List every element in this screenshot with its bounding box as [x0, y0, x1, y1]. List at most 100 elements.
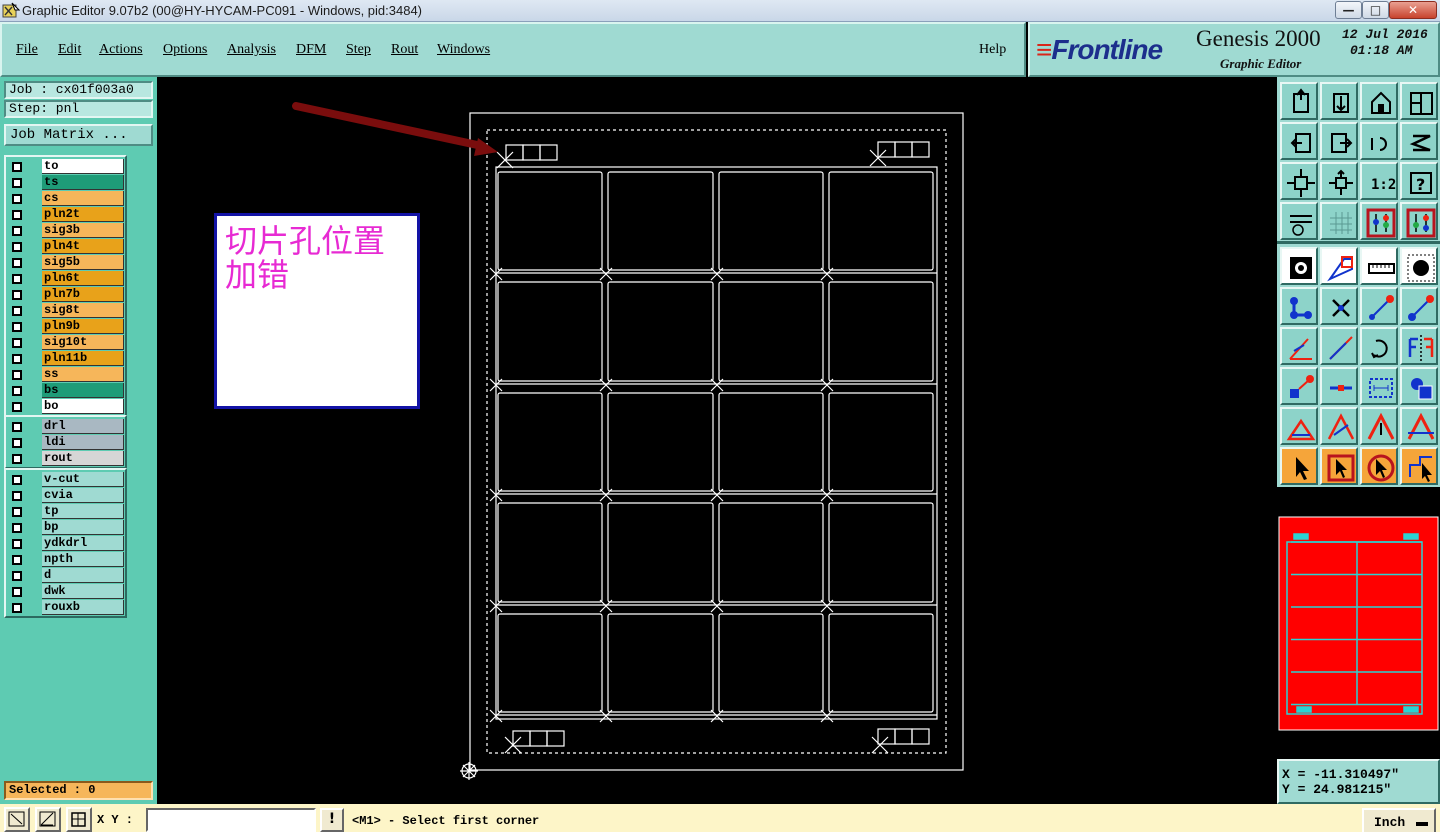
rotate-tool[interactable]	[1360, 327, 1398, 365]
minimize-button[interactable]: —	[1335, 1, 1362, 19]
layer-name[interactable]: pln6t	[42, 271, 124, 286]
layer-row-ydkdrl[interactable]: ydkdrl	[8, 536, 125, 552]
line-cut-tool[interactable]	[1320, 367, 1358, 405]
triangle-arrow-tool[interactable]	[1360, 407, 1398, 445]
menu-edit[interactable]: Edit	[58, 42, 81, 58]
ruler-tool[interactable]	[1360, 247, 1398, 285]
layer-name[interactable]: dwk	[42, 584, 124, 599]
layer-name[interactable]: npth	[42, 552, 124, 567]
layer-checkbox[interactable]	[12, 322, 22, 332]
layer-name[interactable]: ts	[42, 175, 124, 190]
transform-tool[interactable]	[1320, 247, 1358, 285]
menu-file[interactable]: File	[16, 42, 38, 58]
menu-windows[interactable]: Windows	[437, 42, 490, 58]
layer-checkbox[interactable]	[12, 555, 22, 565]
layer-name[interactable]: rouxb	[42, 600, 124, 615]
close-button[interactable]: ✕	[1389, 1, 1437, 19]
layer-name[interactable]: sig8t	[42, 303, 124, 318]
layer-name[interactable]: ss	[42, 367, 124, 382]
layer-row-pln4t[interactable]: pln4t	[8, 239, 125, 255]
layer-name[interactable]: cvia	[42, 488, 124, 503]
layer-row-npth[interactable]: npth	[8, 552, 125, 568]
layer-row-drl[interactable]: drl	[8, 419, 125, 435]
layer-checkbox[interactable]	[12, 603, 22, 613]
layer-colors-alt-tool[interactable]	[1400, 202, 1438, 240]
menu-options[interactable]: Options	[163, 42, 207, 58]
select-arrow-tool[interactable]	[1280, 447, 1318, 485]
layer-checkbox[interactable]	[12, 475, 22, 485]
pan-left-tool[interactable]	[1280, 122, 1318, 160]
layer-checkbox[interactable]	[12, 242, 22, 252]
layer-name[interactable]: v-cut	[42, 472, 124, 487]
layer-name[interactable]: sig3b	[42, 223, 124, 238]
triangle-split-tool[interactable]	[1400, 407, 1438, 445]
triangle-tool[interactable]	[1320, 407, 1358, 445]
layer-row-bs[interactable]: bs	[8, 383, 125, 399]
layer-checkbox[interactable]	[12, 422, 22, 432]
layer-checkbox[interactable]	[12, 178, 22, 188]
triangle-small-tool[interactable]	[1280, 407, 1318, 445]
layer-row-ts[interactable]: ts	[8, 175, 125, 191]
layer-name[interactable]: tp	[42, 504, 124, 519]
layer-row-ldi[interactable]: ldi	[8, 435, 125, 451]
layer-row-tp[interactable]: tp	[8, 504, 125, 520]
layer-row-dwk[interactable]: dwk	[8, 584, 125, 600]
layer-checkbox[interactable]	[12, 258, 22, 268]
xy-input[interactable]	[146, 808, 316, 832]
layer-name[interactable]: drl	[42, 419, 124, 434]
zoom-house-tool[interactable]	[1360, 82, 1398, 120]
layer-name[interactable]: bp	[42, 520, 124, 535]
layer-row-sig3b[interactable]: sig3b	[8, 223, 125, 239]
layer-row-pln7b[interactable]: pln7b	[8, 287, 125, 303]
select-box-tool[interactable]	[1320, 447, 1358, 485]
layer-row-rouxb[interactable]: rouxb	[8, 600, 125, 616]
zoom-page-tool[interactable]	[1320, 82, 1358, 120]
snap-point-tool[interactable]	[1280, 247, 1318, 285]
units-select[interactable]: Inch	[1362, 808, 1436, 832]
angle-mode-button[interactable]	[35, 807, 61, 832]
connect-tool[interactable]	[1360, 287, 1398, 325]
undo-view-tool[interactable]	[1360, 122, 1398, 160]
line-angle-tool[interactable]	[1320, 327, 1358, 365]
fit-all-tool[interactable]	[1280, 162, 1318, 200]
layer-row-cs[interactable]: cs	[8, 191, 125, 207]
menu-analysis[interactable]: Analysis	[227, 42, 276, 58]
layer-row-sig10t[interactable]: sig10t	[8, 335, 125, 351]
menu-dfm[interactable]: DFM	[296, 42, 326, 58]
layer-name[interactable]: bo	[42, 399, 124, 414]
layer-row-cvia[interactable]: cvia	[8, 488, 125, 504]
layer-checkbox[interactable]	[12, 162, 22, 172]
snap-mode-button[interactable]	[4, 807, 30, 832]
grid-snap-button[interactable]	[66, 807, 92, 832]
layer-name[interactable]: bs	[42, 383, 124, 398]
layer-name[interactable]: pln9b	[42, 319, 124, 334]
maximize-button[interactable]: □	[1362, 1, 1389, 19]
layer-colors-tool[interactable]	[1360, 202, 1398, 240]
center-tool[interactable]	[1320, 162, 1358, 200]
cross-tool[interactable]	[1320, 287, 1358, 325]
layer-checkbox[interactable]	[12, 210, 22, 220]
layer-name[interactable]: pln4t	[42, 239, 124, 254]
layer-checkbox[interactable]	[12, 274, 22, 284]
job-matrix-button[interactable]: Job Matrix ...	[4, 124, 153, 146]
options-tools-tool[interactable]	[1280, 202, 1318, 240]
layer-row-pln11b[interactable]: pln11b	[8, 351, 125, 367]
layer-checkbox[interactable]	[12, 226, 22, 236]
layer-checkbox[interactable]	[12, 370, 22, 380]
layer-name[interactable]: pln11b	[42, 351, 124, 366]
menu-actions[interactable]: Actions	[99, 42, 143, 58]
select-circle-tool[interactable]	[1360, 447, 1398, 485]
pad-move-tool[interactable]	[1280, 367, 1318, 405]
redo-view-tool[interactable]	[1400, 122, 1438, 160]
pad-tool[interactable]	[1400, 247, 1438, 285]
layer-row-ss[interactable]: ss	[8, 367, 125, 383]
measure-box-tool[interactable]	[1360, 367, 1398, 405]
scale-1-2-tool[interactable]: 1:2	[1360, 162, 1398, 200]
layer-checkbox[interactable]	[12, 491, 22, 501]
layer-checkbox[interactable]	[12, 194, 22, 204]
shapes-tool[interactable]	[1400, 367, 1438, 405]
window-layout-tool[interactable]	[1400, 82, 1438, 120]
layer-row-pln6t[interactable]: pln6t	[8, 271, 125, 287]
layer-name[interactable]: cs	[42, 191, 124, 206]
layer-checkbox[interactable]	[12, 338, 22, 348]
